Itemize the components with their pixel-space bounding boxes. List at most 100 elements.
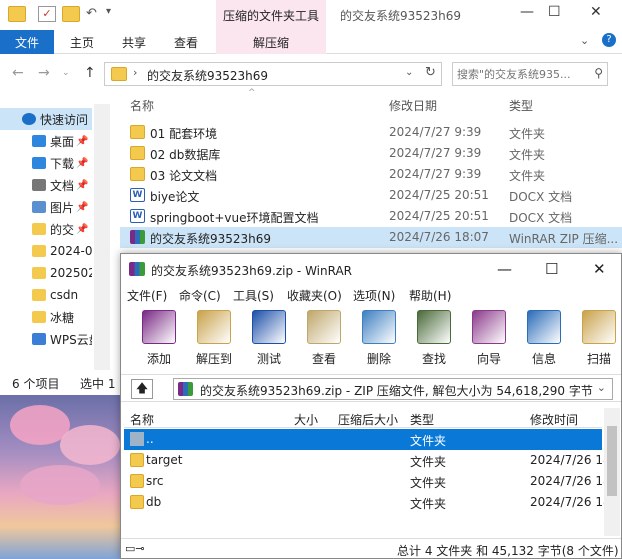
toolbar-button[interactable]: 添加 — [133, 308, 185, 368]
refresh-icon[interactable]: ↻ — [425, 65, 436, 80]
menu-item[interactable]: 选项(N) — [353, 287, 395, 304]
file-row[interactable]: 03 论文文档 2024/7/27 9:39 文件夹 — [120, 164, 622, 185]
up-arrow-icon[interactable]: ↑ — [84, 65, 96, 81]
address-text: 的交友系统93523h69 — [147, 69, 269, 83]
nav-scrollbar[interactable] — [94, 104, 110, 370]
column-name[interactable]: 名称 — [130, 411, 154, 428]
menu-item[interactable]: 命令(C) — [179, 287, 221, 304]
context-tab-compressed-tools[interactable]: 压缩的文件夹工具 — [216, 0, 326, 30]
column-name[interactable]: 名称 — [130, 97, 154, 114]
nav-item[interactable]: 2024-0 — [0, 240, 92, 262]
file-name: 01 配套环境 — [150, 127, 218, 141]
toolbar-button[interactable]: 查看 — [298, 308, 350, 368]
nav-item[interactable]: csdn — [0, 284, 92, 306]
close-icon[interactable]: ✕ — [593, 260, 606, 278]
file-type: 文件夹 — [509, 169, 546, 183]
archive-path-box[interactable]: 的交友系统93523h69.zip - ZIP 压缩文件, 解包大小为 54,6… — [173, 378, 613, 400]
file-list: 01 配套环境 2024/7/27 9:39 文件夹 02 db数据库 2024/7/2… — [120, 122, 622, 248]
search-box[interactable]: ⚲ — [452, 62, 608, 86]
tab-share[interactable]: 共享 — [112, 30, 156, 54]
nav-item[interactable]: 快速访问 — [0, 108, 92, 130]
toolbar-button[interactable]: 信息 — [518, 308, 570, 368]
file-row[interactable]: Wspringboot+vue环境配置文档 2024/7/25 20:51 DOCX… — [120, 206, 622, 227]
column-packed-size[interactable]: 压缩后大小 — [338, 411, 398, 428]
archive-row[interactable]: target 文件夹 2024/7/26 18 — [124, 450, 611, 471]
search-input[interactable] — [457, 64, 589, 84]
folder-icon — [32, 223, 46, 235]
column-type[interactable]: 类型 — [410, 411, 434, 428]
address-dropdown-icon[interactable]: ⌄ — [405, 67, 413, 78]
undo-icon[interactable]: ↶ — [86, 6, 104, 22]
close-icon[interactable]: ✕ — [590, 4, 602, 20]
column-modified[interactable]: 修改时间 — [530, 411, 578, 428]
scrollbar-thumb[interactable] — [607, 426, 617, 496]
path-dropdown-icon[interactable]: ⌄ — [597, 381, 606, 394]
file-type: DOCX 文档 — [509, 211, 573, 225]
pin-icon: 📌 — [76, 223, 89, 235]
maximize-icon[interactable]: ☐ — [545, 260, 558, 278]
toolbar-button[interactable]: 扫描 — [573, 308, 622, 368]
nav-item[interactable]: 的交 📌 — [0, 218, 92, 240]
nav-item[interactable]: 图片 📌 — [0, 196, 92, 218]
archive-path-text: 的交友系统93523h69.zip - ZIP 压缩文件, 解包大小为 54,6… — [200, 384, 593, 398]
menu-item[interactable]: 工具(S) — [233, 287, 274, 304]
archive-row[interactable]: db 文件夹 2024/7/26 18 — [124, 492, 611, 513]
file-row[interactable]: 的交友系统93523h69 2024/7/26 18:07 WinRAR ZIP 压… — [120, 227, 622, 248]
qat-dropdown-icon[interactable]: ▾ — [106, 6, 124, 22]
nav-item[interactable]: 202502 — [0, 262, 92, 284]
desktop-icon — [32, 135, 46, 147]
nav-item-label: 文档 — [50, 178, 75, 193]
archive-row[interactable]: src 文件夹 2024/7/26 18 — [124, 471, 611, 492]
column-date[interactable]: 修改日期 — [389, 97, 437, 114]
file-row[interactable]: 01 配套环境 2024/7/27 9:39 文件夹 — [120, 122, 622, 143]
ribbon-expand-icon[interactable]: ⌄ — [580, 34, 589, 47]
forward-arrow-icon[interactable]: → — [38, 65, 50, 81]
tab-extract[interactable]: 解压缩 — [216, 30, 326, 54]
file-row[interactable]: Wbiye论文 2024/7/25 20:51 DOCX 文档 — [120, 185, 622, 206]
winrar-scrollbar[interactable] — [604, 408, 620, 536]
nav-item[interactable]: 下载 📌 — [0, 152, 92, 174]
minimize-icon[interactable]: — — [520, 4, 534, 20]
toolbar-button[interactable]: 向导 — [463, 308, 515, 368]
folder-icon[interactable] — [8, 6, 26, 22]
new-folder-icon[interactable] — [62, 6, 80, 22]
address-bar[interactable]: › 的交友系统93523h69 ⌄ ↻ — [104, 62, 442, 86]
tab-view[interactable]: 查看 — [164, 30, 208, 54]
archive-type: 文件夹 — [410, 455, 447, 469]
properties-icon[interactable]: ✓ — [38, 6, 56, 22]
toolbar-button-label: 扫描 — [586, 352, 611, 366]
menu-item[interactable]: 帮助(H) — [409, 287, 451, 304]
back-arrow-icon[interactable]: ← — [12, 65, 24, 81]
toolbar-button[interactable]: 删除 — [353, 308, 405, 368]
toolbar-button[interactable]: 测试 — [243, 308, 295, 368]
archive-name: target — [146, 453, 183, 467]
nav-item[interactable]: WPS云盘 — [0, 328, 92, 350]
maximize-icon[interactable]: ☐ — [548, 4, 561, 20]
nav-item[interactable]: 桌面 📌 — [0, 130, 92, 152]
winrar-file-list: .. 文件夹 target 文件夹 2024/7/26 18 src 文件夹 2024/7/2… — [124, 429, 611, 513]
nav-item-label: 的交 — [50, 222, 75, 237]
recent-chevron-icon[interactable]: ⌄ — [62, 68, 70, 78]
winrar-status-text: 总计 4 文件夹 和 45,132 字节(8 个文件) — [397, 544, 619, 558]
toolbar-button-label: 添加 — [146, 352, 171, 366]
nav-item[interactable]: 冰糖 — [0, 306, 92, 328]
toolbar-button[interactable]: 查找 — [408, 308, 460, 368]
tab-file[interactable]: 文件 — [0, 30, 54, 54]
file-row[interactable]: 02 db数据库 2024/7/27 9:39 文件夹 — [120, 143, 622, 164]
archive-name: src — [146, 474, 164, 488]
up-folder-icon[interactable]: 🡅 — [131, 379, 153, 399]
column-type[interactable]: 类型 — [509, 97, 533, 114]
toolbar-button[interactable]: 解压到 — [188, 308, 240, 368]
tab-home[interactable]: 主页 — [60, 30, 104, 54]
help-icon[interactable]: ? — [602, 33, 616, 47]
minimize-icon[interactable]: — — [497, 260, 512, 278]
winrar-column-header: 名称 大小 压缩后大小 类型 修改时间 — [124, 408, 602, 428]
archive-row[interactable]: .. 文件夹 — [124, 429, 602, 450]
folder-icon — [130, 474, 144, 488]
menu-item[interactable]: 文件(F) — [127, 287, 167, 304]
nav-item[interactable]: 文档 📌 — [0, 174, 92, 196]
pin-icon: 📌 — [76, 135, 89, 147]
search-icon[interactable]: ⚲ — [594, 66, 603, 80]
column-size[interactable]: 大小 — [294, 411, 318, 428]
menu-item[interactable]: 收藏夹(O) — [287, 287, 342, 304]
